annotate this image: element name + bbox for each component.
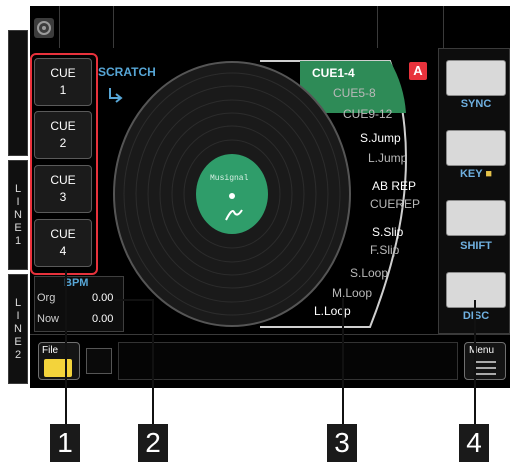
line1-label: LINE1 [12, 182, 24, 248]
cue-button-4[interactable]: CUE 4 [34, 219, 92, 267]
disc-button[interactable] [446, 272, 506, 308]
cue-number: 4 [59, 244, 67, 258]
cue-title: CUE [50, 66, 76, 80]
callout-leader-2 [115, 299, 154, 426]
display-bar [118, 342, 458, 380]
function-primary-2[interactable]: AB REP [372, 179, 416, 193]
shift-label: SHIFT [460, 240, 492, 252]
function-secondary-1[interactable]: L.Jump [368, 151, 407, 165]
bank-label-5-8[interactable]: CUE5-8 [333, 86, 376, 100]
top-cell [60, 6, 114, 48]
loop-l[interactable]: L.Loop [314, 304, 351, 318]
cue-title: CUE [50, 227, 76, 241]
top-cell [378, 6, 444, 48]
cue-number: 1 [59, 83, 67, 97]
key-label: KEY ■ [446, 168, 506, 180]
sync-button[interactable] [446, 60, 506, 96]
line2-label: LINE2 [12, 296, 24, 362]
top-cell [114, 6, 378, 48]
sync-label: SYNC [460, 98, 492, 110]
top-bar [30, 6, 510, 48]
platter-logo-text: Musignal [210, 174, 249, 183]
bpm-label: BPM [64, 277, 89, 289]
callout-marker-2: 2 [138, 424, 168, 462]
bpm-now-value: 0.00 [92, 313, 114, 325]
cue-number: 3 [59, 190, 67, 204]
status-box [86, 348, 112, 374]
deck-badge: A [409, 62, 427, 80]
bank-active-label[interactable]: CUE1-4 [312, 66, 355, 80]
cue-title: CUE [50, 173, 76, 187]
line2-strip[interactable]: LINE2 [8, 274, 28, 384]
bpm-org-value: 0.00 [92, 292, 114, 304]
line1-strip[interactable]: LINE1 [8, 160, 28, 270]
key-text: KEY [459, 168, 483, 180]
function-secondary-3[interactable]: F.Slip [370, 243, 399, 257]
callout-leader-3 [342, 298, 344, 424]
menu-icon [474, 361, 496, 375]
file-button[interactable]: File [38, 342, 80, 380]
callout-marker-4: 4 [459, 424, 489, 462]
disc-label: DISC [462, 310, 490, 322]
menu-button[interactable]: Menu [464, 342, 506, 380]
cue-button-3[interactable]: CUE 3 [34, 165, 92, 213]
bpm-now-label: Now [37, 313, 60, 325]
cue-title: CUE [50, 119, 76, 133]
callout-leader-4 [474, 300, 476, 424]
lock-icon: ■ [482, 168, 493, 180]
callout-leader-1 [65, 270, 67, 424]
file-button-label: File [42, 345, 59, 356]
callout-marker-1: 1 [50, 424, 80, 462]
settings-icon[interactable] [34, 18, 54, 38]
left-strip [8, 30, 28, 156]
function-secondary-2[interactable]: CUEREP [370, 197, 420, 211]
key-button[interactable] [446, 130, 506, 166]
bpm-org-label: Org [37, 292, 56, 304]
cue-button-2[interactable]: CUE 2 [34, 111, 92, 159]
callout-marker-3: 3 [327, 424, 357, 462]
cue-button-1[interactable]: CUE 1 [34, 58, 92, 106]
folder-icon [44, 359, 72, 377]
menu-button-label: Menu [469, 345, 495, 356]
function-primary-3[interactable]: S.Slip [372, 225, 403, 239]
bank-label-9-12[interactable]: CUE9-12 [343, 107, 392, 121]
shift-button[interactable] [446, 200, 506, 236]
loop-s[interactable]: S.Loop [350, 266, 388, 280]
cue-number: 2 [59, 136, 67, 150]
loop-m[interactable]: M.Loop [332, 286, 372, 300]
function-primary-1[interactable]: S.Jump [360, 131, 401, 145]
turntable-platter[interactable] [112, 60, 352, 328]
